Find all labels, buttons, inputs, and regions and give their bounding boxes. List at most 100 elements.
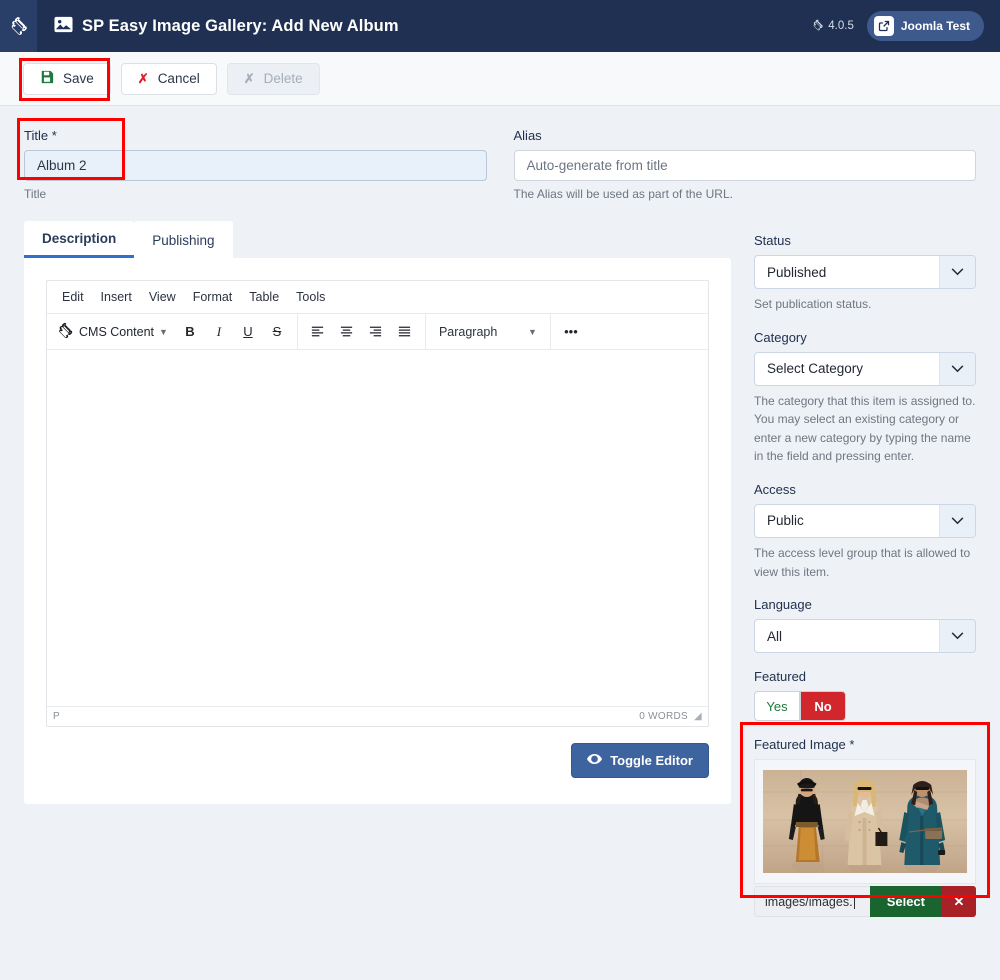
language-label: Language (754, 597, 976, 612)
align-justify-icon[interactable] (392, 319, 418, 345)
status-value: Published (767, 265, 826, 280)
alias-input[interactable] (514, 150, 977, 181)
language-select[interactable]: All (754, 619, 976, 653)
x-icon: ✗ (138, 71, 149, 87)
menu-table[interactable]: Table (242, 288, 286, 306)
align-left-icon[interactable] (305, 319, 331, 345)
align-center-icon[interactable] (334, 319, 360, 345)
element-path[interactable]: P (53, 711, 60, 722)
editor-content-area[interactable] (47, 350, 708, 706)
featured-image (763, 770, 967, 873)
word-count: 0 WORDS (639, 711, 688, 722)
menu-format[interactable]: Format (186, 288, 240, 306)
save-label: Save (63, 71, 94, 86)
featured-image-path-input[interactable]: images/images. (754, 886, 870, 917)
featured-no-option[interactable]: No (800, 691, 846, 721)
underline-button[interactable]: U (235, 319, 261, 345)
description-panel: Edit Insert View Format Table Tools (24, 258, 731, 804)
joomla-logo-icon (9, 16, 29, 36)
featured-group: Featured Yes No (754, 669, 976, 721)
editor-column: Description Publishing Edit Insert View … (24, 221, 731, 804)
panel-footer: Toggle Editor (46, 743, 709, 778)
resize-grip-icon[interactable]: ◢ (694, 711, 702, 722)
app-header: SP Easy Image Gallery: Add New Album 4.0… (0, 0, 1000, 52)
status-label: Status (754, 233, 976, 248)
header-right-group: 4.0.5 Joomla Test (812, 0, 984, 52)
chevron-down-icon (939, 505, 975, 537)
joomla-mark-icon (57, 322, 74, 342)
category-value: Select Category (767, 361, 863, 376)
alias-hint: The Alias will be used as part of the UR… (514, 187, 977, 201)
strikethrough-button[interactable]: S (264, 319, 290, 345)
menu-tools[interactable]: Tools (289, 288, 332, 306)
menu-edit[interactable]: Edit (55, 288, 91, 306)
status-hint: Set publication status. (754, 295, 976, 314)
save-button[interactable]: Save (23, 63, 111, 95)
rich-text-editor: Edit Insert View Format Table Tools (46, 280, 709, 727)
external-link-icon (874, 16, 894, 36)
more-options-button[interactable]: ••• (558, 319, 584, 345)
title-input[interactable] (24, 150, 487, 181)
access-hint: The access level group that is allowed t… (754, 544, 976, 581)
select-image-button[interactable]: Select (870, 886, 942, 917)
category-label: Category (754, 330, 976, 345)
category-group: Category Select Category The category th… (754, 330, 976, 466)
category-select[interactable]: Select Category (754, 352, 976, 386)
featured-image-label: Featured Image * (754, 737, 976, 752)
menu-view[interactable]: View (142, 288, 183, 306)
featured-image-path-value: images/images. (765, 895, 853, 909)
form-top-row: Title * Title Alias The Alias will be us… (0, 106, 1000, 201)
tab-publishing[interactable]: Publishing (134, 221, 232, 258)
page-title: SP Easy Image Gallery: Add New Album (82, 17, 399, 36)
media-field-row: images/images. Select ✕ (754, 886, 976, 917)
language-group: Language All (754, 597, 976, 653)
user-menu-button[interactable]: Joomla Test (867, 11, 984, 41)
x-icon: ✗ (244, 71, 255, 87)
access-group: Access Public The access level group tha… (754, 482, 976, 581)
chevron-down-icon: ▼ (159, 327, 168, 337)
editor-menubar: Edit Insert View Format Table Tools (47, 281, 708, 314)
access-select[interactable]: Public (754, 504, 976, 538)
text-cursor (854, 895, 855, 909)
tab-description[interactable]: Description (24, 221, 134, 258)
menu-insert[interactable]: Insert (94, 288, 139, 306)
align-right-icon[interactable] (363, 319, 389, 345)
save-disk-icon (40, 70, 54, 87)
version-number: 4.0.5 (828, 20, 854, 32)
status-select[interactable]: Published (754, 255, 976, 289)
access-value: Public (767, 513, 804, 528)
main-content: Description Publishing Edit Insert View … (0, 201, 1000, 933)
x-icon: ✕ (954, 894, 965, 910)
editor-toolbar: CMS Content ▼ B I U S (47, 314, 708, 350)
clear-image-button[interactable]: ✕ (942, 886, 976, 917)
toolbar-group-align (298, 314, 426, 349)
paragraph-format-select[interactable]: Paragraph ▼ (433, 319, 543, 345)
toolbar-group-format: Paragraph ▼ (426, 314, 551, 349)
joomla-logo-button[interactable] (0, 0, 37, 52)
featured-image-preview[interactable] (754, 759, 976, 884)
chevron-down-icon (939, 353, 975, 385)
status-right-group: 0 WORDS ◢ (639, 711, 702, 722)
italic-button[interactable]: I (206, 319, 232, 345)
featured-yes-option[interactable]: Yes (754, 691, 800, 721)
featured-label: Featured (754, 669, 976, 684)
category-hint: The category that this item is assigned … (754, 392, 976, 466)
delete-label: Delete (264, 71, 303, 86)
tab-bar: Description Publishing (24, 221, 731, 258)
bold-button[interactable]: B (177, 319, 203, 345)
chevron-down-icon (939, 256, 975, 288)
title-hint: Title (24, 187, 487, 201)
language-value: All (767, 629, 782, 644)
title-label: Title * (24, 128, 487, 143)
delete-button[interactable]: ✗ Delete (227, 63, 320, 95)
access-label: Access (754, 482, 976, 497)
cancel-button[interactable]: ✗ Cancel (121, 63, 217, 95)
toolbar-group-cms: CMS Content ▼ B I U S (47, 314, 298, 349)
toggle-editor-label: Toggle Editor (610, 753, 693, 768)
sidebar: Status Published Set publication status.… (754, 221, 976, 933)
cancel-label: Cancel (158, 71, 200, 86)
cms-content-button[interactable]: CMS Content ▼ (54, 319, 174, 345)
toolbar-group-more: ••• (551, 314, 591, 349)
page-title-group: SP Easy Image Gallery: Add New Album (54, 16, 399, 36)
toggle-editor-button[interactable]: Toggle Editor (571, 743, 709, 778)
